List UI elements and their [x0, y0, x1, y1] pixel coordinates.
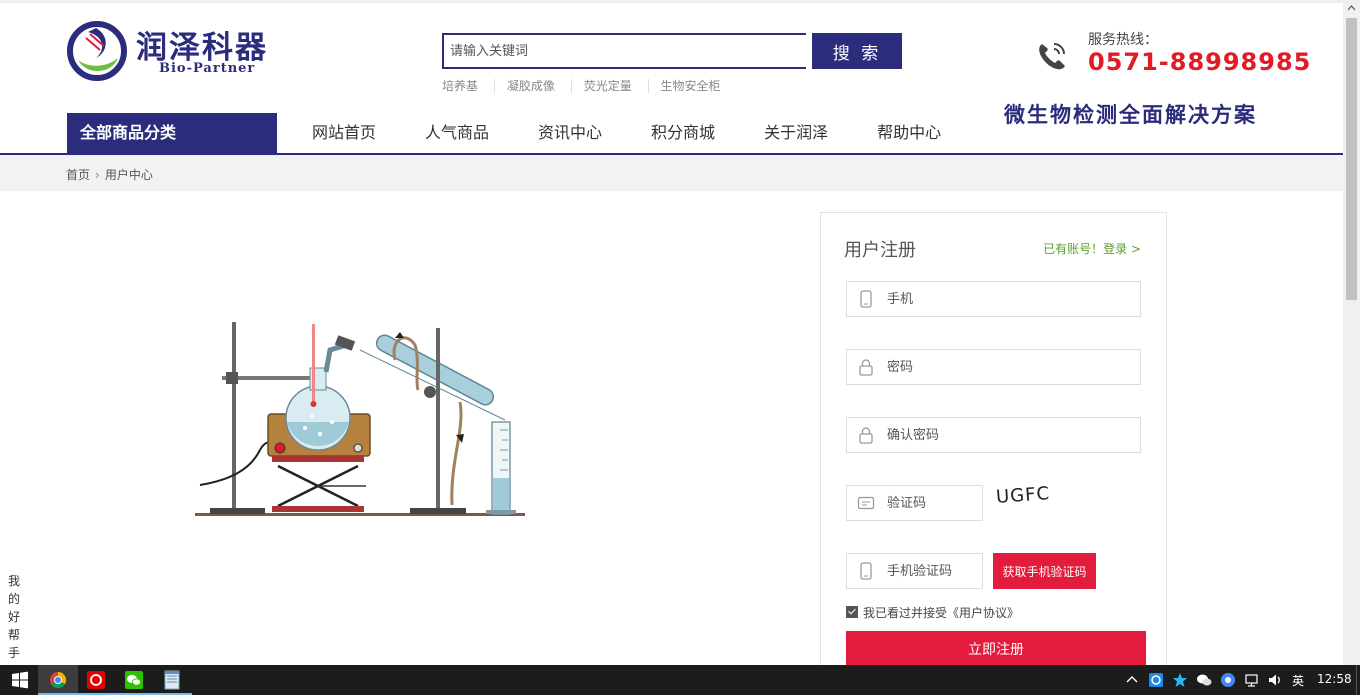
taskbar-notepad[interactable] — [152, 665, 192, 695]
lock-icon — [859, 359, 873, 376]
tray-browser-icon[interactable] — [1220, 672, 1236, 688]
search-box: 搜 索 — [442, 33, 902, 69]
phone-field — [846, 281, 1141, 317]
helper-widget[interactable]: 我的好帮手 — [8, 572, 22, 662]
nav-item-news[interactable]: 资讯中心 — [538, 113, 602, 153]
breadcrumb: 首页 › 用户中心 — [66, 166, 153, 183]
agreement-row: 我已看过并接受《用户协议》 — [846, 604, 1019, 621]
main-nav: 网站首页 人气商品 资讯中心 积分商城 关于润泽 帮助中心 — [312, 113, 990, 153]
breadcrumb-separator: › — [95, 168, 100, 182]
nav-item-points-mall[interactable]: 积分商城 — [651, 113, 715, 153]
chrome-icon — [50, 671, 67, 689]
hot-word-link[interactable]: 生物安全柜 — [647, 79, 733, 93]
nav-item-help[interactable]: 帮助中心 — [877, 113, 941, 153]
network-icon[interactable] — [1244, 672, 1260, 688]
taskbar-wechat[interactable] — [114, 665, 154, 695]
tray-star-icon[interactable] — [1172, 672, 1188, 688]
hot-word-link[interactable]: 荧光定量 — [570, 79, 644, 93]
music-app-icon — [87, 671, 105, 689]
captcha-field — [846, 485, 983, 521]
breadcrumb-current: 用户中心 — [104, 168, 153, 182]
windows-taskbar: 英 12:58 — [0, 665, 1360, 695]
taskbar-clock[interactable]: 12:58 — [1317, 672, 1352, 686]
hot-words: 培养基 凝胶成像 荧光定量 生物安全柜 — [442, 77, 733, 94]
phone-input[interactable] — [887, 282, 1087, 316]
agreement-text[interactable]: 我已看过并接受《用户协议》 — [863, 606, 1019, 620]
breadcrumb-home[interactable]: 首页 — [66, 168, 90, 182]
tray-chevron-up-icon[interactable] — [1124, 672, 1140, 688]
tray-app-icon[interactable] — [1148, 672, 1164, 688]
hotline-number: 0571-88998985 — [1088, 48, 1312, 76]
notepad-icon — [164, 670, 180, 690]
register-panel: 用户注册 已有账号！登录 > UGFC 获取手机验证码 我已看过并接受《用户协议… — [820, 212, 1167, 682]
scrollbar-thumb[interactable] — [1346, 18, 1357, 300]
register-title: 用户注册 — [844, 240, 916, 261]
get-sms-code-button[interactable]: 获取手机验证码 — [993, 553, 1096, 589]
tray-wechat-icon[interactable] — [1196, 672, 1212, 688]
register-submit-button[interactable]: 立即注册 — [846, 631, 1146, 667]
lock-icon — [859, 427, 873, 444]
hot-word-link[interactable]: 培养基 — [442, 79, 490, 93]
nav-item-popular[interactable]: 人气商品 — [425, 113, 489, 153]
site-logo[interactable]: 润泽科器 Bio-Partner — [66, 20, 286, 82]
nav-item-home[interactable]: 网站首页 — [312, 113, 376, 153]
confirm-password-input[interactable] — [887, 418, 1087, 452]
wechat-icon — [125, 671, 143, 689]
slogan: 微生物检测全面解决方案 — [1004, 103, 1257, 127]
search-button[interactable]: 搜 索 — [812, 33, 902, 69]
windows-icon — [12, 671, 28, 689]
mobile-icon — [860, 562, 872, 580]
captcha-input[interactable] — [887, 486, 977, 520]
search-input[interactable] — [442, 33, 806, 69]
mobile-icon — [860, 290, 872, 308]
lab-distillation-illustration — [195, 322, 525, 516]
confirm-password-field — [846, 417, 1141, 453]
sms-code-input[interactable] — [887, 554, 977, 588]
nav-item-about[interactable]: 关于润泽 — [764, 113, 828, 153]
brand-name-en: Bio-Partner — [159, 61, 256, 76]
taskbar-chrome[interactable] — [38, 665, 78, 695]
sms-code-field — [846, 553, 983, 589]
input-method-indicator[interactable]: 英 — [1292, 672, 1304, 689]
hotline-label: 服务热线： — [1088, 32, 1158, 48]
password-input[interactable] — [887, 350, 1087, 384]
breadcrumb-bar: 首页 › 用户中心 — [0, 155, 1343, 191]
volume-icon[interactable] — [1267, 672, 1283, 688]
message-icon — [857, 496, 875, 510]
agreement-checkbox[interactable] — [846, 606, 858, 618]
taskbar-netease-music[interactable] — [76, 665, 116, 695]
start-button[interactable] — [0, 665, 40, 695]
scroll-up-icon[interactable] — [1343, 0, 1360, 17]
all-categories-button[interactable]: 全部商品分类 — [67, 113, 277, 154]
login-link[interactable]: 已有账号！登录 > — [1043, 240, 1141, 257]
hot-word-link[interactable]: 凝胶成像 — [493, 79, 567, 93]
phone-icon — [1039, 43, 1065, 70]
show-desktop-button[interactable] — [1356, 665, 1357, 695]
top-border — [0, 0, 1343, 3]
captcha-image[interactable]: UGFC — [995, 483, 1050, 508]
password-field — [846, 349, 1141, 385]
logo-emblem-icon — [67, 21, 127, 81]
